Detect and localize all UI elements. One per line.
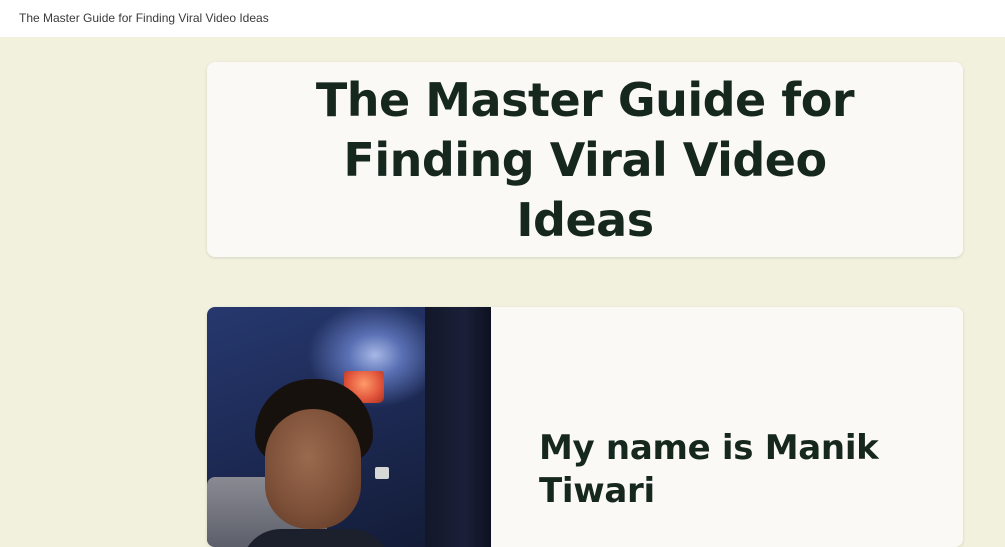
author-photo — [207, 307, 491, 547]
top-bar: The Master Guide for Finding Viral Video… — [0, 0, 1005, 37]
intro-card: My name is Manik Tiwari — [207, 307, 963, 547]
photo-door-background — [425, 307, 491, 547]
page-title: The Master Guide for Finding Viral Video… — [315, 72, 855, 247]
hero-card: The Master Guide for Finding Viral Video… — [207, 62, 963, 257]
photo-person-shirt — [241, 529, 391, 547]
intro-heading: My name is Manik Tiwari — [539, 428, 879, 511]
page-tab-title: The Master Guide for Finding Viral Video… — [19, 11, 269, 25]
photo-person-face — [265, 409, 361, 529]
photo-person — [241, 379, 391, 547]
